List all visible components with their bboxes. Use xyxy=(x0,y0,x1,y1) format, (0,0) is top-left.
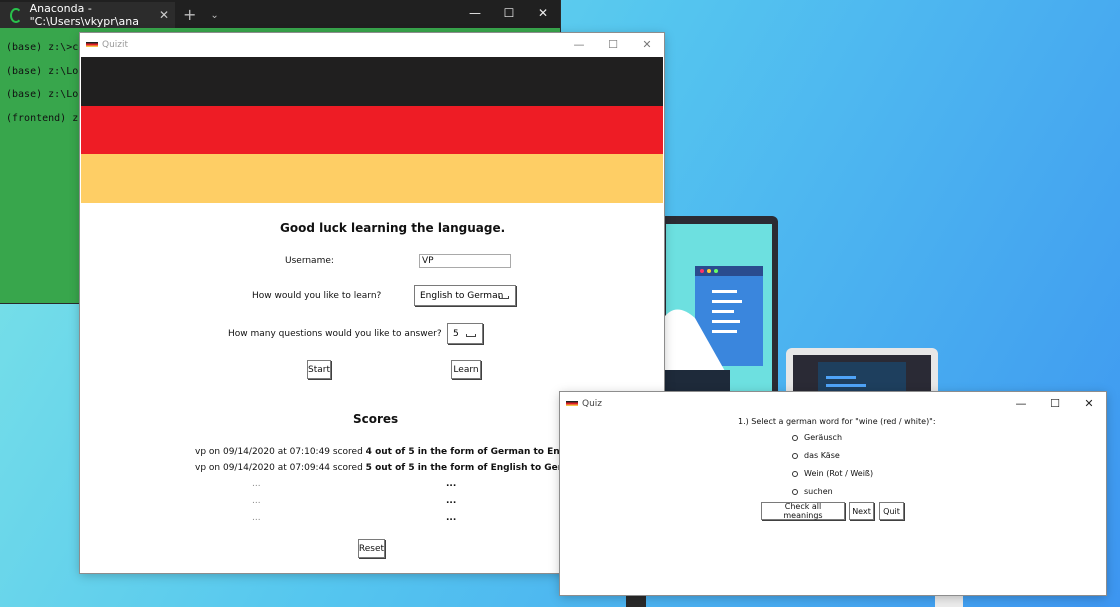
score-row: vp on 09/14/2020 at 07:10:49 scored 4 ou… xyxy=(195,447,584,457)
score-placeholder: ... xyxy=(446,496,457,506)
start-button[interactable]: Start xyxy=(307,360,331,379)
score-placeholder: ... xyxy=(252,496,261,506)
loading-icon xyxy=(10,7,22,23)
learn-mode-value: English to German xyxy=(420,290,504,301)
radio-button[interactable] xyxy=(792,488,798,495)
score-result: 5 out of 5 in the form of English to Ger… xyxy=(365,463,585,473)
radio-button[interactable] xyxy=(792,434,798,441)
answer-option-label: das Käse xyxy=(804,451,840,460)
maximize-icon[interactable]: ☐ xyxy=(596,33,630,56)
german-flag-image xyxy=(81,57,663,203)
score-prefix: vp on 09/14/2020 at 07:09:44 scored xyxy=(195,463,363,473)
quiz-title: Quiz xyxy=(582,398,603,409)
maximize-icon[interactable]: ☐ xyxy=(492,0,526,28)
terminal-tab-title: Anaconda - "C:\Users\vkypr\ana xyxy=(29,2,139,28)
learn-mode-label: How would you like to learn? xyxy=(252,291,382,301)
scores-heading: Scores xyxy=(353,412,399,426)
questions-count-value: 5 xyxy=(453,328,459,339)
score-placeholder: ... xyxy=(446,513,457,523)
app-icon xyxy=(86,42,98,47)
new-tab-icon[interactable]: + xyxy=(183,5,196,24)
answer-option[interactable]: Geräusch xyxy=(792,433,842,442)
username-input[interactable]: VP xyxy=(419,254,511,268)
score-placeholder: ... xyxy=(252,479,261,489)
answer-option[interactable]: das Käse xyxy=(792,451,840,460)
minimize-icon[interactable]: — xyxy=(458,0,492,28)
radio-button[interactable] xyxy=(792,470,798,477)
close-icon[interactable]: ✕ xyxy=(1072,392,1106,415)
dropdown-indicator-icon xyxy=(466,333,476,337)
answer-option[interactable]: Wein (Rot / Weiß) xyxy=(792,469,873,478)
quiz-titlebar[interactable]: Quiz — ☐ ✕ xyxy=(560,392,1106,415)
check-all-meanings-button[interactable]: Check all meanings xyxy=(761,502,845,520)
answer-option-label: Geräusch xyxy=(804,433,843,442)
app-icon xyxy=(566,401,578,406)
questions-count-select[interactable]: 5 xyxy=(447,323,483,344)
flag-stripe-red xyxy=(81,106,663,154)
score-placeholder: ... xyxy=(446,479,457,489)
flag-stripe-gold xyxy=(81,154,663,203)
answer-option-label: suchen xyxy=(804,487,833,496)
flag-stripe-black xyxy=(81,57,663,106)
radio-button[interactable] xyxy=(792,452,798,459)
maximize-icon[interactable]: ☐ xyxy=(1038,392,1072,415)
quit-button[interactable]: Quit xyxy=(879,502,904,520)
quizit-title: Quizit xyxy=(102,39,129,50)
close-icon[interactable]: ✕ xyxy=(630,33,664,56)
learn-mode-select[interactable]: English to German xyxy=(414,285,516,306)
username-label: Username: xyxy=(285,256,334,266)
quiz-window[interactable]: Quiz — ☐ ✕ 1.) Select a german word for … xyxy=(560,392,1106,595)
quizit-titlebar[interactable]: Quizit — ☐ ✕ xyxy=(80,33,664,56)
quiz-question: 1.) Select a german word for "wine (red … xyxy=(738,417,936,426)
terminal-tab[interactable]: Anaconda - "C:\Users\vkypr\ana ✕ xyxy=(0,2,175,28)
next-button[interactable]: Next xyxy=(849,502,874,520)
answer-option[interactable]: suchen xyxy=(792,487,833,496)
page-title: Good luck learning the language. xyxy=(280,221,506,235)
terminal-window-controls: — ☐ ✕ xyxy=(458,0,560,28)
answer-option-label: Wein (Rot / Weiß) xyxy=(804,469,874,478)
questions-label: How many questions would you like to ans… xyxy=(228,329,442,339)
score-placeholder: ... xyxy=(252,513,261,523)
dropdown-indicator-icon xyxy=(499,295,509,299)
score-prefix: vp on 09/14/2020 at 07:10:49 scored xyxy=(195,447,363,457)
minimize-icon[interactable]: — xyxy=(562,33,596,56)
learn-button[interactable]: Learn xyxy=(451,360,481,379)
score-row: vp on 09/14/2020 at 07:09:44 scored 5 ou… xyxy=(195,463,584,473)
close-icon[interactable]: ✕ xyxy=(526,0,560,28)
reset-button[interactable]: Reset xyxy=(358,539,385,558)
close-tab-icon[interactable]: ✕ xyxy=(159,8,169,22)
score-result: 4 out of 5 in the form of German to Engl… xyxy=(365,447,585,457)
terminal-tabbar: Anaconda - "C:\Users\vkypr\ana ✕ + ⌄ — ☐… xyxy=(0,0,560,28)
chevron-down-icon[interactable]: ⌄ xyxy=(210,10,218,21)
minimize-icon[interactable]: — xyxy=(1004,392,1038,415)
